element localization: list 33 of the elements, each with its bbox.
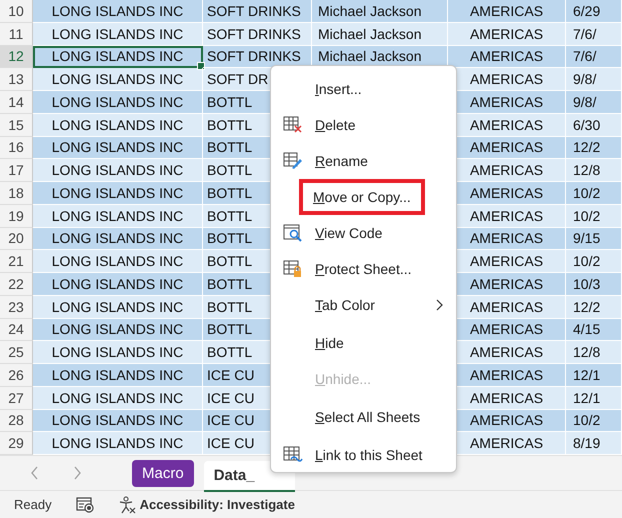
status-text: Ready [14,497,52,512]
row-header[interactable]: 18 [0,182,33,205]
row-header[interactable]: 12 [0,46,33,68]
row-header[interactable]: 13 [0,68,33,91]
row-header[interactable]: 29 [0,432,33,455]
row-header[interactable]: 23 [0,296,33,318]
row-header[interactable]: 14 [0,91,33,114]
row-header[interactable]: 17 [0,159,33,182]
table-cell: LONG ISLANDS INC [33,46,203,68]
sheet-lock-icon [283,260,303,278]
row-header[interactable]: 16 [0,136,33,160]
row-header[interactable]: 28 [0,410,33,432]
macro-record-icon[interactable] [76,496,94,512]
sheet-pencil-icon [283,152,303,170]
accessibility-status[interactable]: Accessibility: Investigate [140,497,295,512]
row-header[interactable]: 27 [0,386,33,410]
row-header[interactable]: 10 [0,0,33,23]
sheet-link-icon [283,446,303,464]
accessibility-icon[interactable] [118,496,136,514]
sheet-magnifier-icon [283,224,303,242]
row-header[interactable]: 25 [0,341,33,364]
sheet-delete-icon [283,116,303,134]
row-header[interactable]: 19 [0,204,33,228]
table-cell: LONG ISLANDS INC [33,22,203,46]
row-header[interactable]: 15 [0,114,33,136]
row-header[interactable]: 21 [0,250,33,273]
row-header[interactable]: 24 [0,318,33,342]
row-header[interactable]: 22 [0,273,33,296]
row-header[interactable]: 20 [0,228,33,250]
sheet-tab[interactable]: Macro [132,460,194,486]
row-header[interactable]: 11 [0,22,33,46]
row-header[interactable]: 26 [0,364,33,387]
fill-handle[interactable] [197,62,205,70]
